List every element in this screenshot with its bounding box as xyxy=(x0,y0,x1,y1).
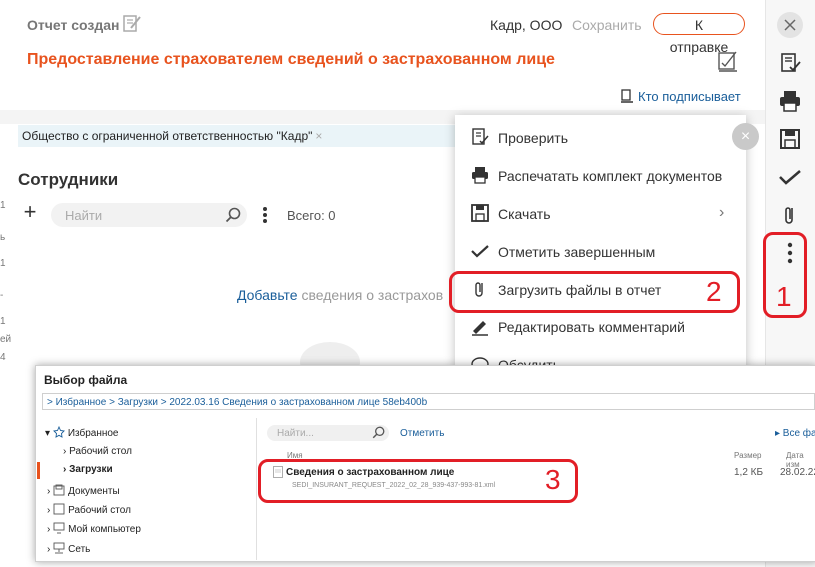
tree-divider xyxy=(256,418,257,560)
select-button[interactable]: Отметить xyxy=(400,428,444,439)
tree-label: Мой компьютер xyxy=(68,524,141,535)
dialog-search[interactable] xyxy=(267,425,389,441)
search-icon[interactable] xyxy=(372,426,385,439)
clipped-text: 1 xyxy=(0,316,6,327)
total-count: Всего: 0 xyxy=(287,208,336,223)
selected-folder-indicator xyxy=(37,462,40,479)
search-icon[interactable] xyxy=(225,207,241,223)
tree-label: Рабочий стол xyxy=(69,446,132,457)
step-number-1: 1 xyxy=(776,281,792,312)
desktop-icon xyxy=(53,503,65,515)
edit-note-icon[interactable] xyxy=(122,13,142,33)
documents-icon xyxy=(53,484,65,496)
menu-label: Распечатать комплект документов xyxy=(498,168,723,184)
tree-item-favorites[interactable]: ▾ Избранное xyxy=(45,426,119,439)
employees-title: Сотрудники xyxy=(18,170,119,189)
clipped-text: 1 xyxy=(0,258,6,269)
tree-arrow: › xyxy=(63,446,67,457)
save-icon[interactable] xyxy=(777,126,803,152)
chevron-right-icon: › xyxy=(719,204,725,221)
employee-search[interactable] xyxy=(51,203,247,227)
tree-item-documents[interactable]: › Документы xyxy=(47,484,120,497)
add-link[interactable]: Добавьте xyxy=(237,287,298,303)
step-marker-2 xyxy=(449,271,740,313)
tree-arrow: ▾ xyxy=(45,428,51,439)
menu-item-download[interactable]: Скачать xyxy=(470,202,551,226)
report-header xyxy=(0,0,765,90)
checkmark-icon[interactable] xyxy=(777,164,803,190)
checklist-icon[interactable] xyxy=(777,50,803,76)
printer-icon[interactable] xyxy=(777,88,803,114)
clipped-text: 4 xyxy=(0,352,6,363)
file-date: 28.02.22 xyxy=(780,467,815,478)
save-button[interactable]: Сохранить xyxy=(572,17,642,33)
tree-item-my-computer[interactable]: › Мой компьютер xyxy=(47,522,141,535)
file-size: 1,2 КБ xyxy=(734,467,764,478)
all-files-filter[interactable]: ▸ Все фай xyxy=(775,428,815,439)
more-vertical-icon[interactable] xyxy=(262,206,268,224)
step-number-3: 3 xyxy=(545,464,561,495)
tree-label: Рабочий стол xyxy=(68,505,131,516)
menu-item-print[interactable]: Распечатать комплект документов xyxy=(470,164,722,188)
close-icon xyxy=(784,19,796,31)
menu-label: Отметить завершенным xyxy=(498,244,656,260)
tree-arrow: › xyxy=(47,505,51,516)
tree-label: Сеть xyxy=(68,544,91,555)
org-name[interactable]: Кадр, ООО xyxy=(490,17,562,33)
empty-state-hint: Добавьте сведения о застрахов xyxy=(237,287,443,303)
tree-arrow: › xyxy=(47,486,51,497)
organization-value: Общество с ограниченной ответственностью… xyxy=(22,129,313,143)
step-number-2: 2 xyxy=(706,276,722,307)
clipped-text: ей xyxy=(0,334,12,345)
tree-item-network[interactable]: › Сеть xyxy=(47,542,90,555)
who-signs-label: Кто подписывает xyxy=(638,89,741,104)
breadcrumb[interactable]: > Избранное > Загрузки > 2022.03.16 Свед… xyxy=(42,393,815,410)
paperclip-icon[interactable] xyxy=(777,202,803,228)
close-report-button[interactable] xyxy=(777,12,803,38)
menu-item-check[interactable]: Проверить xyxy=(470,126,568,150)
signer-icon xyxy=(621,89,633,103)
clear-org-icon[interactable]: × xyxy=(315,129,322,143)
tree-arrow: › xyxy=(47,524,51,535)
close-menu-button[interactable]: × xyxy=(732,123,759,150)
clipped-text: ь xyxy=(0,232,6,243)
pencil-icon xyxy=(472,321,488,336)
checklist-icon xyxy=(472,128,489,145)
checkmark-icon xyxy=(471,245,489,258)
tree-label: Избранное xyxy=(67,428,119,439)
tree-item-desktop[interactable]: › Рабочий стол xyxy=(63,446,132,457)
add-hint-text: сведения о застрахов xyxy=(301,287,444,303)
who-signs-link[interactable]: Кто подписывает xyxy=(620,89,741,104)
dialog-search-input[interactable] xyxy=(275,427,369,440)
actions-menu: Проверить Распечатать комплект документо… xyxy=(455,115,746,370)
step-marker-3 xyxy=(258,459,578,503)
report-status: Отчет создан xyxy=(27,17,120,33)
save-icon xyxy=(471,204,489,222)
tree-label: Документы xyxy=(68,486,120,497)
menu-item-mark-complete[interactable]: Отметить завершенным xyxy=(470,240,655,264)
tree-item-downloads[interactable]: › Загрузки xyxy=(63,464,113,475)
printer-icon xyxy=(472,167,488,184)
computer-icon xyxy=(53,522,65,534)
star-icon xyxy=(52,426,65,438)
add-employee-button[interactable]: + xyxy=(19,201,41,224)
dialog-title: Выбор файла xyxy=(44,373,128,387)
menu-label: Скачать xyxy=(498,206,551,222)
tree-arrow: › xyxy=(63,464,67,475)
employee-search-input[interactable] xyxy=(63,207,217,224)
tree-item-desktop-root[interactable]: › Рабочий стол xyxy=(47,503,131,516)
signature-icon[interactable] xyxy=(716,50,740,72)
column-header-size[interactable]: Размер xyxy=(734,451,762,460)
menu-label: Проверить xyxy=(498,130,569,146)
menu-label: Редактировать комментарий xyxy=(498,319,685,335)
page-title: Предоставление страхователем сведений о … xyxy=(27,51,555,68)
tree-arrow: › xyxy=(47,544,51,555)
organization-field[interactable]: Общество с ограниченной ответственностью… xyxy=(18,125,458,147)
clipped-text: - xyxy=(0,290,4,301)
network-icon xyxy=(53,542,65,554)
menu-item-edit-comment[interactable]: Редактировать комментарий xyxy=(470,315,685,339)
send-button[interactable]: К отправке xyxy=(653,13,745,55)
clipped-text: 1 xyxy=(0,200,6,211)
tree-label: Загрузки xyxy=(69,464,113,475)
